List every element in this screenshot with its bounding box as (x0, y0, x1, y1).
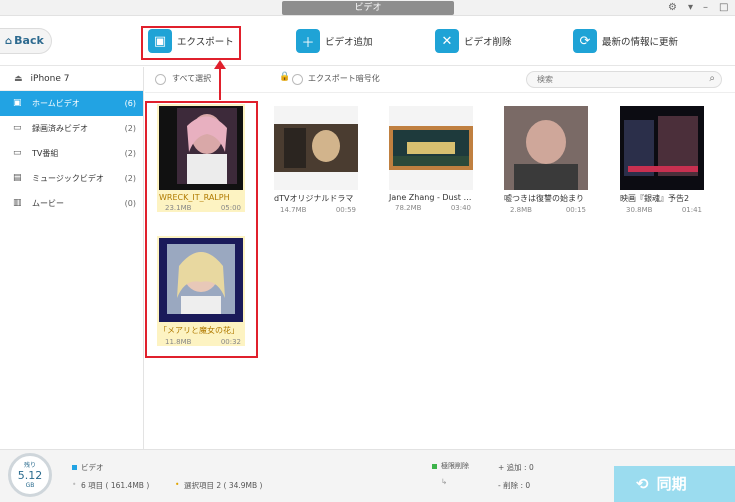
dropdown-icon[interactable]: ▾ (688, 1, 693, 15)
thumbnail-image (274, 106, 358, 190)
video-tile[interactable]: 映画『銀魂』予告2 30.8MB 01:41 (618, 104, 706, 214)
category-label: ビデオ (81, 463, 104, 472)
refresh-button[interactable]: ⟳ 最新の情報に更新 (573, 29, 678, 53)
refresh-icon: ⟳ (573, 29, 597, 53)
sidebar-item-home-video[interactable]: ▣ ホームビデオ (6) (0, 91, 143, 116)
video-meta: 2.8MB 00:15 (510, 206, 586, 214)
export-highlight-box (141, 26, 241, 60)
video-thumbnail (274, 106, 358, 190)
total-dot: • (72, 480, 77, 489)
select-all-label: すべて選択 (172, 74, 212, 83)
video-tile[interactable]: Jane Zhang - Dust My Shoulders Off 78.2M… (387, 104, 475, 212)
added-count: + 追加 : 0 (498, 463, 534, 472)
selection-highlight-box (145, 101, 258, 358)
selected-dot: • (175, 480, 180, 489)
delete-video-icon: ✕ (435, 29, 459, 53)
window-title: ビデオ (282, 1, 454, 15)
select-all-checkbox[interactable] (155, 74, 166, 85)
add-video-button[interactable]: ＋ ビデオ追加 (296, 29, 373, 53)
sidebar-item-movie[interactable]: ▥ ムービー (0) (0, 191, 143, 216)
limit-delete-label: 極限削除 (441, 462, 469, 470)
video-tile[interactable]: dTVオリジナルドラマ 14.7MB 00:59 (272, 104, 360, 214)
home-icon: ⌂ (5, 36, 13, 47)
thumbnail-image (389, 106, 473, 190)
back-button[interactable]: ⌂ Back (0, 28, 52, 54)
delete-video-button[interactable]: ✕ ビデオ削除 (435, 29, 512, 53)
sidebar: ⏏ iPhone 7 ▣ ホームビデオ (6) ▭ 録画済みビデオ (2) ▭ T… (0, 67, 144, 449)
video-folder-icon: ▣ (13, 98, 22, 108)
video-meta: 30.8MB 01:41 (626, 206, 702, 214)
annotation-arrow-head (214, 60, 226, 69)
device-header[interactable]: ⏏ iPhone 7 (0, 67, 143, 91)
video-name: 映画『銀魂』予告2 (620, 194, 690, 203)
eject-icon: ⏏ (14, 74, 23, 84)
selected-items: 選択項目 2 ( 34.9MB ) (184, 481, 263, 490)
sidebar-item-tv[interactable]: ▭ TV番組 (2) (0, 141, 143, 166)
thumbnail-image (620, 106, 704, 190)
tv-icon: ▭ (13, 148, 22, 158)
storage-gauge: 残り 5.12 GB (8, 453, 52, 497)
search-box: ⌕ (526, 71, 722, 88)
video-meta: 78.2MB 03:40 (395, 204, 471, 212)
add-video-icon: ＋ (296, 29, 320, 53)
toolbar: ⌂ Back ▣ エクスポート ＋ ビデオ追加 ✕ ビデオ削除 ⟳ 最新の情報に更… (0, 16, 735, 66)
total-items: 6 項目 ( 161.4MB ) (81, 481, 150, 490)
sidebar-item-recorded-video[interactable]: ▭ 録画済みビデオ (2) (0, 116, 143, 141)
filter-bar: すべて選択 🔒 エクスポート暗号化 ⌕ (145, 67, 735, 93)
maximize-icon[interactable]: □ (719, 1, 728, 15)
video-name: dTVオリジナルドラマ (274, 194, 354, 203)
sync-icon: ⟲ (636, 475, 649, 493)
recorded-video-icon: ▭ (13, 123, 22, 133)
video-name: Jane Zhang - Dust My Shoulders Off (389, 193, 475, 202)
minimize-icon[interactable]: – (703, 1, 708, 15)
video-thumbnail (620, 106, 704, 190)
title-bar: ビデオ ⚙ ▾ – □ (0, 0, 735, 16)
music-video-icon: ▤ (13, 173, 22, 183)
status-bar: 残り 5.12 GB ビデオ • 6 項目 ( 161.4MB ) • 選択項目… (0, 449, 735, 502)
gear-icon[interactable]: ⚙ (668, 1, 677, 15)
video-legend-dot (72, 465, 77, 470)
sync-button[interactable]: ⟲ 同期 (614, 466, 735, 502)
video-tile[interactable]: 嘘つきは復讐の始まり 2.8MB 00:15 (502, 104, 590, 214)
search-icon[interactable]: ⌕ (709, 73, 715, 84)
limit-delete-dot (432, 464, 437, 469)
thumbnail-image (504, 106, 588, 190)
removed-count: - 削除 : 0 (498, 481, 531, 490)
encrypt-export-label: エクスポート暗号化 (308, 74, 380, 83)
film-icon: ▥ (13, 198, 22, 208)
video-thumbnail (389, 106, 473, 190)
video-meta: 14.7MB 00:59 (280, 206, 356, 214)
sidebar-item-music-video[interactable]: ▤ ミュージックビデオ (2) (0, 166, 143, 191)
lock-icon: 🔒 (279, 72, 291, 82)
search-input[interactable] (527, 72, 687, 87)
video-name: 嘘つきは復讐の始まり (504, 194, 584, 203)
video-thumbnail (504, 106, 588, 190)
annotation-arrow-line (219, 66, 221, 100)
encrypt-export-checkbox[interactable] (292, 74, 303, 85)
return-arrow-icon: ↳ (441, 477, 448, 486)
